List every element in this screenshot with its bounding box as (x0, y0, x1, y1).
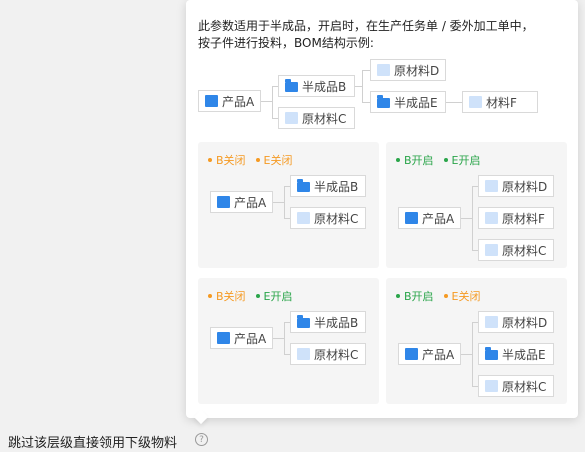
tag-e-off: E关闭 (255, 152, 293, 168)
material-icon (485, 380, 498, 392)
node-mat-c: 原材料C (290, 343, 366, 365)
node-semi-e: 半成品E (370, 91, 446, 113)
node-semi-b: 半成品B (290, 175, 366, 197)
material-icon (285, 112, 298, 124)
tag-b-on: B开启 (396, 288, 434, 304)
folder-icon (297, 179, 310, 192)
tooltip-line-1: 此参数适用于半成品，开启时，在生产任务单 / 委外加工单中， (198, 19, 534, 33)
product-icon (405, 212, 418, 224)
tooltip-description: 此参数适用于半成品，开启时，在生产任务单 / 委外加工单中， 按子件进行投料，B… (198, 18, 568, 52)
tag-b-off: B关闭 (208, 152, 246, 168)
connector (273, 338, 284, 339)
material-icon (377, 64, 390, 76)
node-mat-c: 原材料C (478, 239, 554, 261)
case-tags: B关闭 E关闭 (208, 152, 293, 168)
product-icon (405, 348, 418, 360)
connector (362, 70, 363, 102)
folder-icon (285, 79, 298, 92)
connector (472, 322, 473, 386)
connector (362, 70, 370, 71)
connector (446, 102, 462, 103)
connector (355, 86, 362, 87)
material-icon (297, 212, 310, 224)
node-product-a: 产品A (398, 207, 461, 229)
question-circle-icon[interactable]: ? (195, 433, 208, 446)
material-icon (485, 180, 498, 192)
folder-icon (297, 315, 310, 328)
node-mat-d: 原材料D (370, 59, 446, 81)
connector (461, 354, 472, 355)
setting-label: 跳过该层级直接领用下级物料 (8, 436, 178, 451)
material-icon (485, 316, 498, 328)
tag-b-on: B开启 (396, 152, 434, 168)
node-mat-f: 材料F (462, 91, 538, 113)
folder-icon (485, 347, 498, 360)
tag-e-off: E关闭 (443, 288, 481, 304)
node-product-a: 产品A (210, 327, 273, 349)
connector (362, 102, 370, 103)
connector (272, 86, 273, 118)
node-mat-d: 原材料D (478, 175, 554, 197)
node-product-a: 产品A (198, 90, 261, 112)
product-icon (205, 95, 218, 107)
connector (273, 202, 284, 203)
node-product-a: 产品A (210, 191, 273, 213)
node-mat-c: 原材料C (290, 207, 366, 229)
product-icon (217, 196, 230, 208)
connector (284, 186, 285, 218)
node-product-a: 产品A (398, 343, 461, 365)
connector (284, 322, 285, 354)
product-icon (217, 332, 230, 344)
connector (261, 101, 272, 102)
tooltip-line-2: 按子件进行投料，BOM结构示例: (198, 36, 374, 50)
node-semi-b: 半成品B (278, 75, 355, 97)
folder-icon (377, 95, 390, 108)
node-mat-d: 原材料D (478, 311, 554, 333)
node-mat-c: 原材料C (278, 107, 355, 129)
material-icon (485, 212, 498, 224)
node-mat-c: 原材料C (478, 375, 554, 397)
case-tags: B开启 E开启 (396, 152, 481, 168)
node-mat-f: 原材料F (478, 207, 554, 229)
case-tags: B开启 E关闭 (396, 288, 481, 304)
tag-e-on: E开启 (255, 288, 293, 304)
node-semi-e: 半成品E (478, 343, 554, 365)
material-icon (485, 244, 498, 256)
tag-e-on: E开启 (443, 152, 481, 168)
case-tags: B关闭 E开启 (208, 288, 293, 304)
connector (461, 218, 472, 219)
connector (472, 186, 473, 250)
material-icon (297, 348, 310, 360)
node-semi-b: 半成品B (290, 311, 366, 333)
material-icon (469, 96, 482, 108)
tag-b-off: B关闭 (208, 288, 246, 304)
